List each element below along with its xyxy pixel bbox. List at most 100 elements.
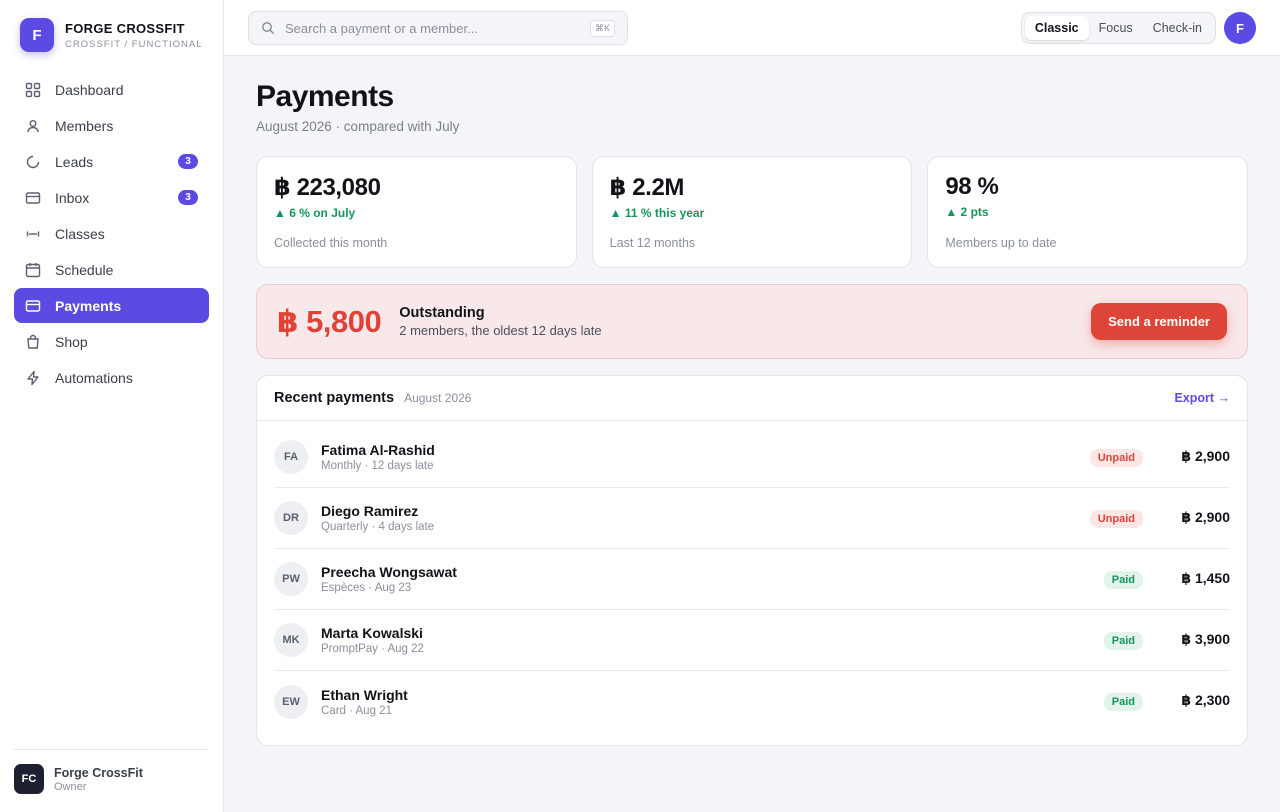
view-mode-switcher: Classic Focus Check-in: [1020, 12, 1216, 44]
member-name: Fatima Al-Rashid: [321, 442, 435, 458]
credit-card-icon: [25, 298, 41, 314]
account-role: Owner: [54, 780, 87, 793]
calendar-icon: [25, 262, 41, 278]
recent-payments-card: Recent payments August 2026 Export → FA …: [256, 375, 1248, 746]
sidebar-item-label: Shop: [55, 333, 88, 350]
avatar: DR: [274, 501, 308, 535]
stat-card-up-to-date: 98 % ▲ 2 pts Members up to date: [927, 156, 1249, 268]
sidebar-item-label: Leads: [55, 153, 94, 170]
loader-icon: [25, 154, 41, 170]
sidebar-item-inbox[interactable]: Inbox 3: [14, 180, 209, 215]
sidebar-item-label: Members: [55, 117, 114, 134]
brand-name: FORGE CROSSFIT: [65, 20, 185, 36]
sidebar-item-label: Payments: [55, 297, 122, 314]
member-name: Marta Kowalski: [321, 625, 423, 641]
page-subtitle: August 2026 · compared with July: [256, 119, 460, 134]
search-icon: [261, 21, 275, 35]
sidebar-item-leads[interactable]: Leads 3: [14, 144, 209, 179]
outstanding-description: 2 members, the oldest 12 days late: [399, 323, 602, 338]
avatar: FA: [274, 440, 308, 474]
payment-amount: ฿ 2,300: [1181, 692, 1230, 708]
stat-delta: ▲ 11 % this year: [609, 206, 705, 220]
sidebar-item-payments[interactable]: Payments: [14, 288, 209, 323]
account-switcher[interactable]: FC Forge CrossFit Owner: [14, 749, 208, 794]
avatar: PW: [274, 562, 308, 596]
stat-card-last-12-months: ฿ 2.2M ▲ 11 % this year Last 12 months: [591, 156, 913, 268]
payment-meta: Espèces · Aug 23: [321, 582, 412, 594]
list-item[interactable]: FA Fatima Al-Rashid Monthly · 12 days la…: [274, 427, 1230, 488]
lightning-icon: [25, 370, 41, 386]
search-shortcut: ⌘K: [589, 19, 615, 37]
avatar: MK: [274, 623, 308, 657]
mode-focus[interactable]: Focus: [1089, 16, 1143, 40]
list-item[interactable]: DR Diego Ramirez Quarterly · 4 days late…: [274, 488, 1230, 549]
brand-logo: F: [20, 18, 54, 52]
sidebar-item-automations[interactable]: Automations: [14, 360, 209, 395]
user-avatar[interactable]: F: [1224, 12, 1256, 44]
inbox-icon: [25, 190, 41, 206]
user-icon: [25, 118, 41, 134]
payment-amount: ฿ 2,900: [1181, 448, 1230, 464]
avatar: EW: [274, 684, 308, 719]
sidebar-item-label: Automations: [55, 369, 133, 386]
stat-delta: ▲ 6 % on July: [274, 206, 356, 220]
payment-meta: Quarterly · 4 days late: [321, 521, 435, 533]
payment-amount: ฿ 3,900: [1181, 631, 1230, 647]
payment-meta: Card · Aug 21: [321, 704, 392, 717]
status-badge: Unpaid: [1089, 510, 1143, 528]
payment-amount: ฿ 2,900: [1181, 509, 1230, 525]
member-name: Preecha Wongsawat: [321, 564, 457, 580]
status-badge: Paid: [1103, 632, 1143, 650]
payment-amount: ฿ 1,450: [1181, 570, 1230, 586]
account-name: Forge CrossFit: [54, 765, 143, 780]
recent-payments-period: August 2026: [404, 391, 472, 405]
recent-payments-header: Recent payments August 2026 Export →: [257, 376, 1247, 421]
stat-value: 98 %: [945, 173, 999, 200]
list-item[interactable]: EW Ethan Wright Card · Aug 21 Paid ฿ 2,3…: [274, 671, 1230, 732]
export-link[interactable]: Export →: [1174, 391, 1230, 405]
sidebar-item-dashboard[interactable]: Dashboard: [14, 72, 209, 107]
search-input[interactable]: Search a payment or a member... ⌘K: [248, 11, 628, 45]
sidebar-item-label: Dashboard: [55, 81, 124, 98]
brand[interactable]: F FORGE CROSSFIT CROSSFIT / FUNCTIONAL: [20, 18, 202, 52]
leads-count-badge: 3: [178, 154, 198, 169]
stat-card-collected: ฿ 223,080 ▲ 6 % on July Collected this m…: [256, 156, 577, 268]
sidebar-nav: Dashboard Members Leads 3 Inbox 3 Classe…: [14, 72, 209, 396]
mode-classic[interactable]: Classic: [1024, 16, 1089, 40]
stat-label: Members up to date: [945, 236, 1057, 250]
search-placeholder: Search a payment or a member...: [285, 20, 478, 36]
shopping-bag-icon: [25, 334, 41, 350]
status-badge: Paid: [1103, 693, 1143, 711]
inbox-count-badge: 3: [178, 190, 198, 205]
list-item[interactable]: MK Marta Kowalski PromptPay · Aug 22 Pai…: [274, 610, 1230, 671]
sidebar-item-members[interactable]: Members: [14, 108, 209, 143]
status-badge: Unpaid: [1089, 449, 1143, 467]
dumbbell-icon: [25, 226, 41, 242]
member-name: Ethan Wright: [321, 686, 408, 703]
stat-label: Collected this month: [274, 236, 388, 250]
stat-value: ฿ 2.2M: [609, 174, 685, 201]
topbar: Search a payment or a member... ⌘K Class…: [224, 0, 1280, 56]
brand-subtitle: CROSSFIT / FUNCTIONAL: [65, 38, 203, 50]
list-item[interactable]: PW Preecha Wongsawat Espèces · Aug 23 Pa…: [274, 549, 1230, 610]
sidebar-item-shop[interactable]: Shop: [14, 324, 209, 359]
sidebar-item-label: Inbox: [55, 189, 90, 206]
send-reminder-button[interactable]: Send a reminder: [1091, 303, 1227, 340]
sidebar-item-classes[interactable]: Classes: [14, 216, 209, 251]
stats-row: ฿ 223,080 ▲ 6 % on July Collected this m…: [256, 156, 1249, 268]
payment-meta: PromptPay · Aug 22: [321, 643, 424, 655]
status-badge: Paid: [1103, 571, 1143, 589]
stat-label: Last 12 months: [609, 236, 696, 250]
outstanding-title: Outstanding: [399, 305, 485, 321]
page-title: Payments: [256, 80, 394, 113]
recent-payments-title: Recent payments: [274, 390, 395, 406]
member-name: Diego Ramirez: [321, 503, 419, 519]
sidebar-item-label: Classes: [55, 225, 105, 242]
mode-check-in[interactable]: Check-in: [1143, 16, 1212, 40]
outstanding-alert: ฿ 5,800 Outstanding 2 members, the oldes…: [256, 284, 1248, 359]
stat-value: ฿ 223,080: [274, 174, 381, 201]
grid-icon: [25, 82, 41, 98]
account-avatar: FC: [14, 764, 44, 794]
sidebar-item-label: Schedule: [55, 261, 114, 278]
sidebar-item-schedule[interactable]: Schedule: [14, 252, 209, 287]
